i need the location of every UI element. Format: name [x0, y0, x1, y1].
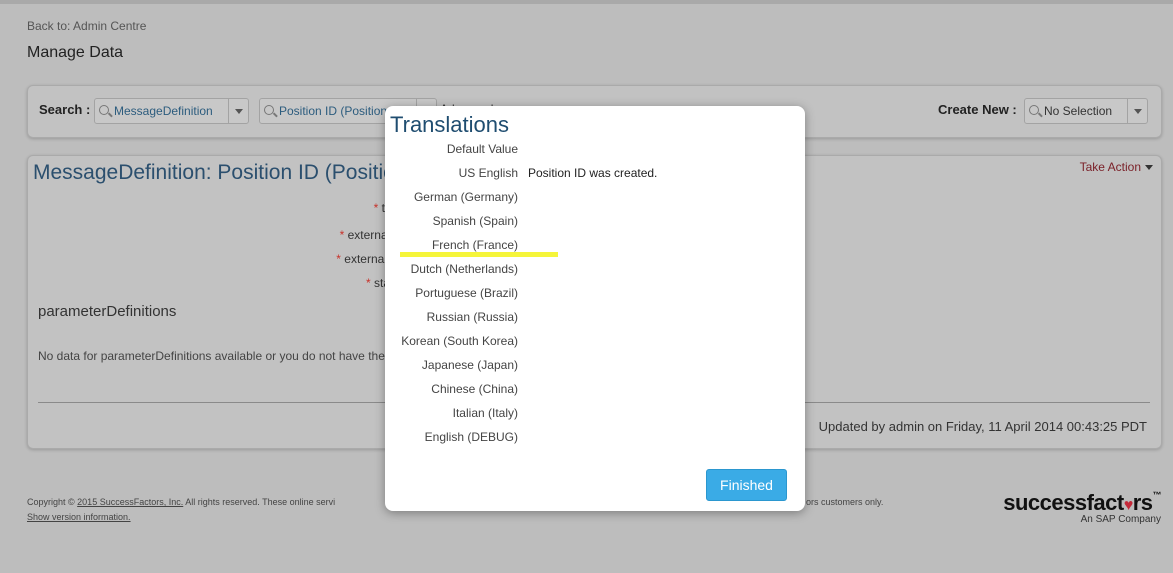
translation-row: German (Germany): [385, 188, 805, 208]
search-icon: [264, 105, 274, 115]
language-label: Spanish (Spain): [432, 214, 518, 228]
language-label: Dutch (Netherlands): [410, 262, 518, 276]
translation-row: Korean (South Korea): [385, 332, 805, 352]
translation-value[interactable]: Position ID was created.: [528, 166, 657, 180]
dialog-title: Translations: [390, 112, 510, 137]
search-label: Search :: [39, 102, 91, 117]
take-action-menu[interactable]: Take Action: [1080, 160, 1153, 174]
create-new-select[interactable]: No Selection: [1024, 98, 1148, 124]
chevron-down-icon[interactable]: [1127, 99, 1147, 123]
back-link[interactable]: Back to: Admin Centre: [27, 19, 146, 33]
highlight-marker: [400, 252, 558, 257]
language-label: Default Value: [446, 142, 518, 156]
create-new-label: Create New :: [938, 102, 1017, 117]
language-label: US English: [458, 166, 518, 180]
top-bar: [0, 0, 1173, 4]
language-label: French (France): [431, 238, 518, 252]
page-title: Manage Data: [27, 44, 124, 61]
required-marker: *: [373, 201, 379, 215]
language-label: Japanese (Japan): [421, 358, 518, 372]
translation-row: Russian (Russia): [385, 308, 805, 328]
language-label: Portuguese (Brazil): [415, 286, 518, 300]
translation-row: Dutch (Netherlands): [385, 260, 805, 280]
search-icon: [99, 105, 109, 115]
translation-row: Japanese (Japan): [385, 356, 805, 376]
language-label: Russian (Russia): [426, 310, 518, 324]
translations-dialog: Translations Default Value US English Po…: [385, 106, 805, 511]
language-label: Italian (Italy): [452, 406, 518, 420]
successfactors-logo: successfact♥rs™ An SAP Company: [1003, 490, 1161, 525]
required-marker: *: [339, 228, 345, 242]
translation-row: Portuguese (Brazil): [385, 284, 805, 304]
heart-icon: ♥: [1123, 497, 1134, 514]
object-type-value: MessageDefinition: [114, 104, 213, 118]
take-action-label[interactable]: Take Action: [1080, 160, 1141, 174]
object-type-select[interactable]: MessageDefinition: [94, 98, 249, 124]
translation-row: Spanish (Spain): [385, 212, 805, 232]
copyright-link[interactable]: 2015 SuccessFactors, Inc.: [77, 497, 183, 507]
language-label: Korean (South Korea): [401, 334, 518, 348]
copyright-text: Copyright © 2015 SuccessFactors, Inc. Al…: [27, 497, 336, 507]
finished-button[interactable]: Finished: [706, 469, 787, 501]
language-label: German (Germany): [413, 190, 518, 204]
translation-row: Chinese (China): [385, 380, 805, 400]
create-new-value: No Selection: [1044, 104, 1113, 118]
version-link[interactable]: Show version information.: [27, 512, 131, 522]
language-label: Chinese (China): [431, 382, 518, 396]
language-label: English (DEBUG): [424, 430, 518, 444]
copyright-tail: ors customers only.: [806, 497, 884, 507]
chevron-down-icon[interactable]: [228, 99, 248, 123]
required-marker: *: [336, 252, 341, 266]
required-marker: *: [365, 276, 371, 290]
section-heading: parameterDefinitions: [38, 303, 177, 320]
translation-row: English (DEBUG): [385, 428, 805, 448]
no-data-message: No data for parameterDefinitions availab…: [38, 349, 385, 363]
translation-row: US English Position ID was created.: [385, 164, 805, 184]
translation-row: Default Value: [385, 140, 805, 160]
search-icon: [1029, 105, 1039, 115]
updated-info: Updated by admin on Friday, 11 April 201…: [818, 419, 1147, 434]
translation-row: Italian (Italy): [385, 404, 805, 424]
